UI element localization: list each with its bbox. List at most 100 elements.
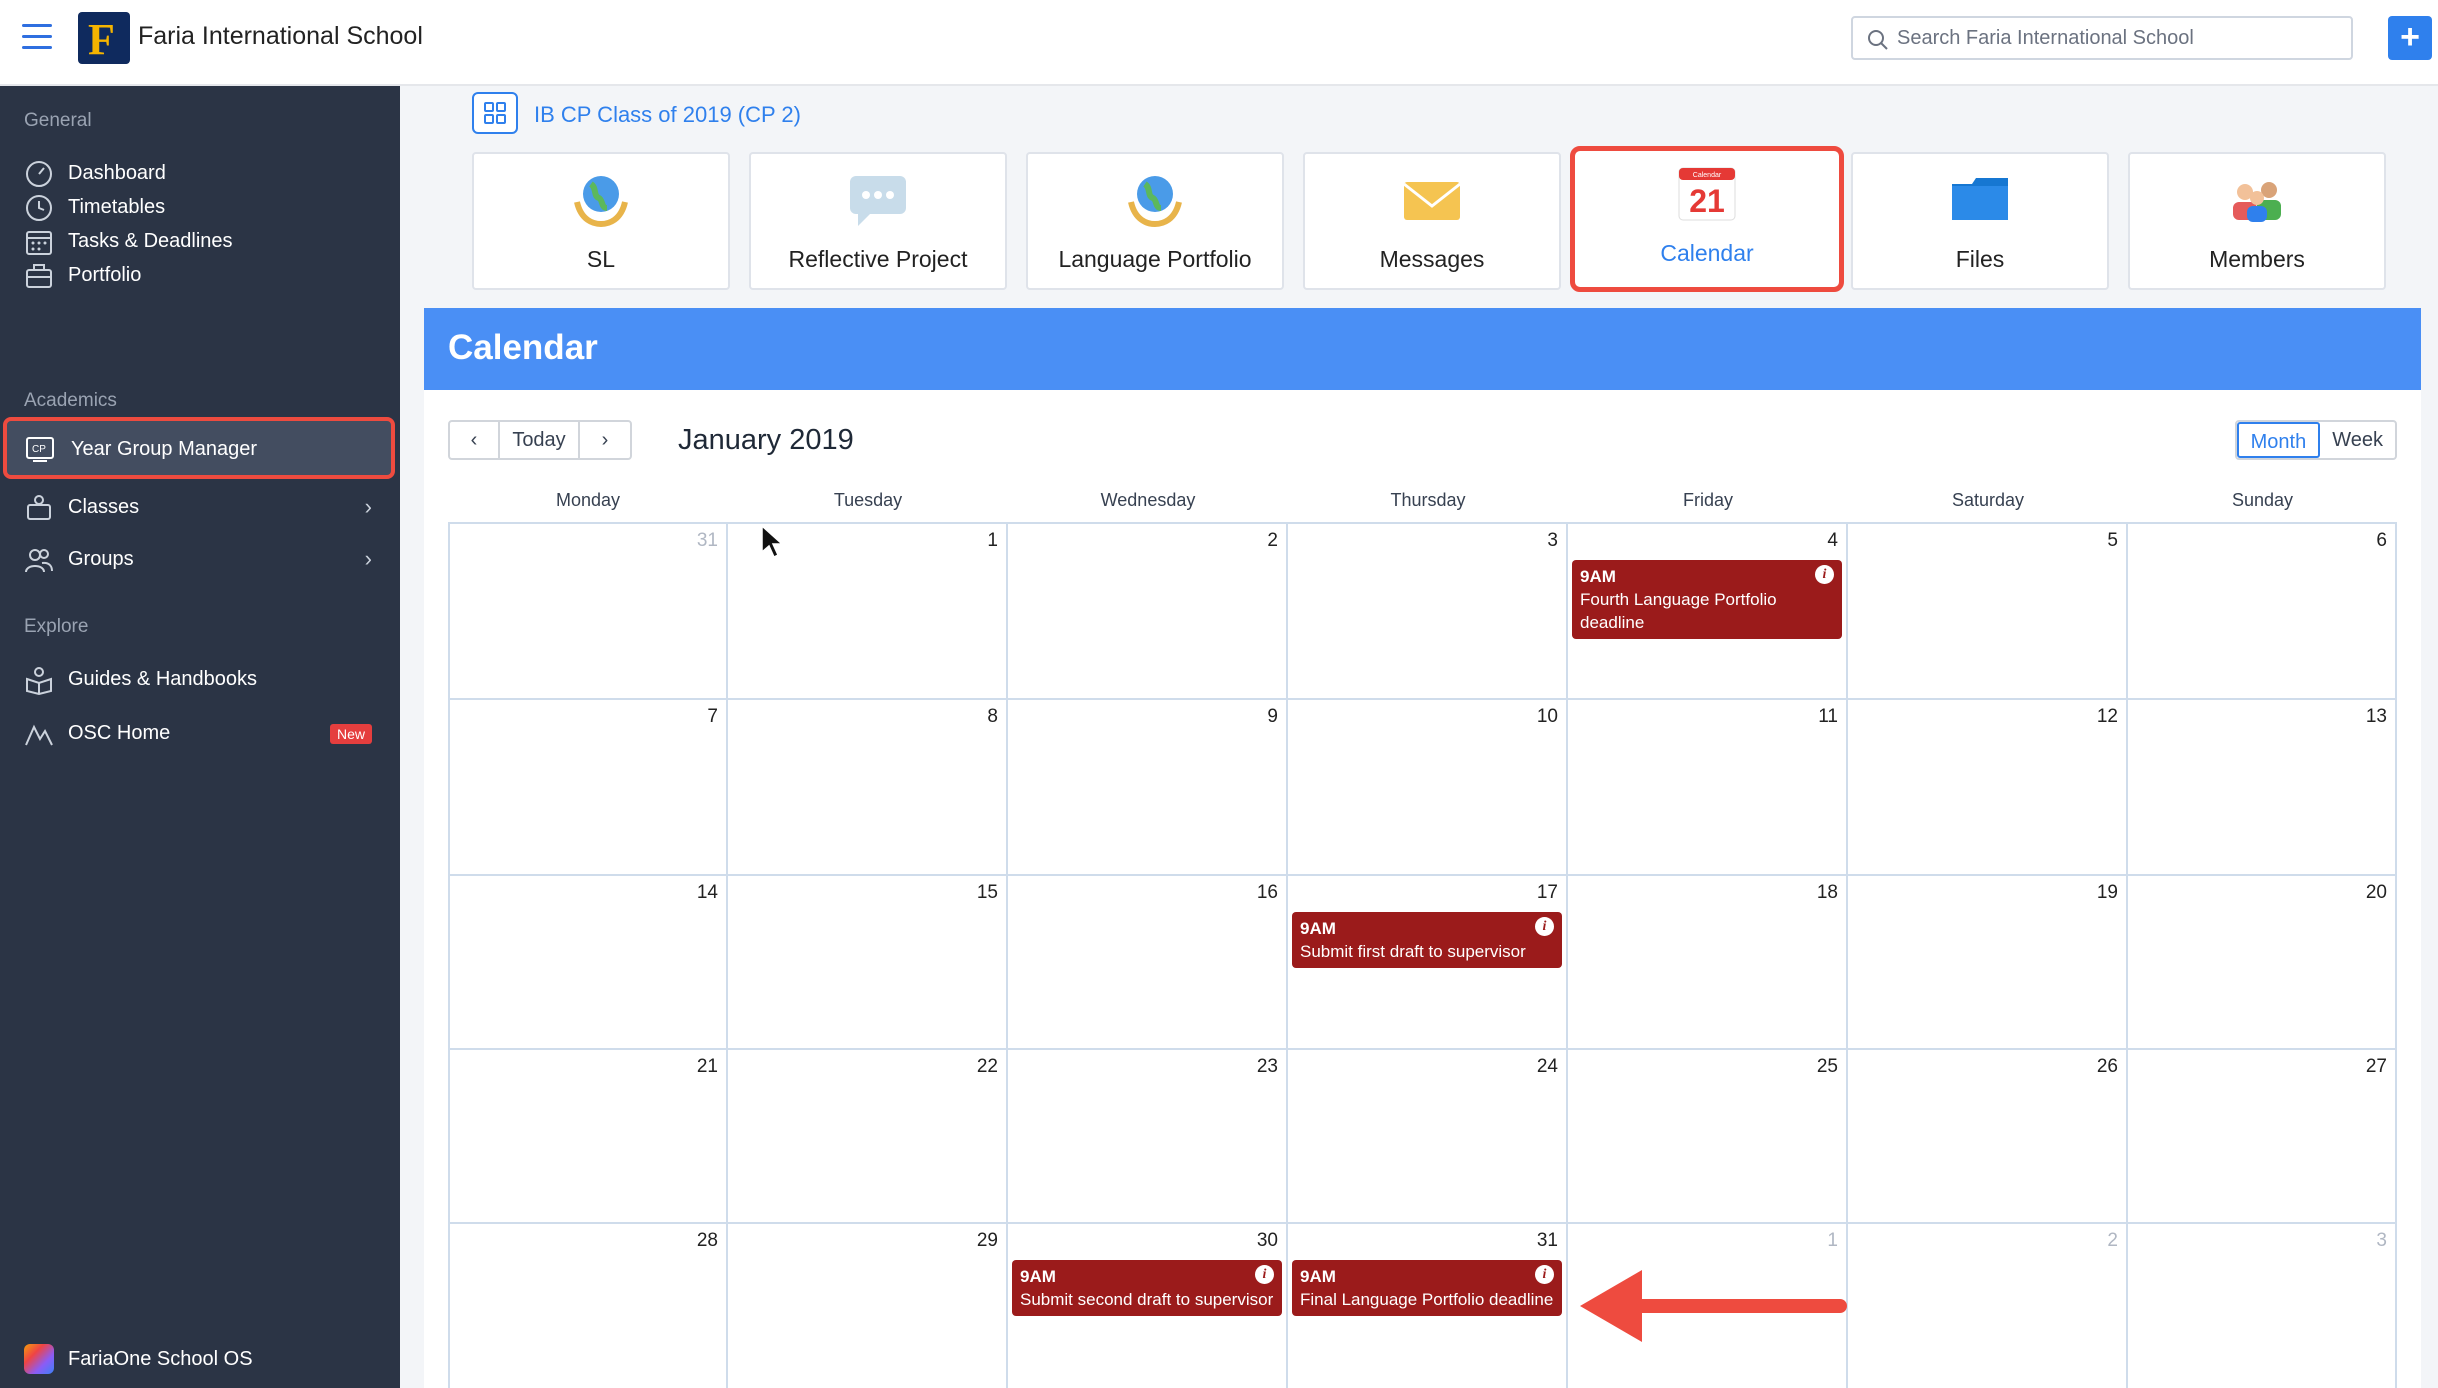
day-cell[interactable]: 30 9AM Submit second draft to supervisor i	[1008, 1224, 1288, 1388]
day-number[interactable]: 2	[1267, 530, 1278, 552]
info-icon[interactable]: i	[1535, 917, 1554, 936]
day-cell[interactable]: 31	[448, 524, 728, 700]
add-button[interactable]: +	[2388, 16, 2432, 60]
tile-messages[interactable]: Messages	[1303, 152, 1561, 290]
day-number[interactable]: 22	[977, 1056, 998, 1078]
day-cell[interactable]: 26	[1848, 1050, 2128, 1224]
day-cell[interactable]: 5	[1848, 524, 2128, 700]
search-box[interactable]	[1851, 16, 2353, 60]
day-cell[interactable]: 15	[728, 876, 1008, 1050]
sidebar-item-classes[interactable]: Classes ›	[12, 484, 390, 530]
day-number[interactable]: 8	[987, 706, 998, 728]
day-cell[interactable]: 3	[1288, 524, 1568, 700]
day-number[interactable]: 27	[2366, 1056, 2387, 1078]
day-number[interactable]: 12	[2097, 706, 2118, 728]
sidebar-item-year-group-manager[interactable]: CP Year Group Manager	[3, 417, 395, 479]
tile-members[interactable]: Members	[2128, 152, 2386, 290]
day-cell[interactable]: 19	[1848, 876, 2128, 1050]
day-cell[interactable]: 28	[448, 1224, 728, 1388]
search-input[interactable]	[1897, 24, 2337, 52]
day-number[interactable]: 7	[707, 706, 718, 728]
day-number[interactable]: 15	[977, 882, 998, 904]
day-number[interactable]: 2	[2107, 1230, 2118, 1252]
day-cell[interactable]: 2	[1848, 1224, 2128, 1388]
day-number[interactable]: 31	[697, 530, 718, 552]
day-cell[interactable]: 29	[728, 1224, 1008, 1388]
day-number[interactable]: 13	[2366, 706, 2387, 728]
day-number[interactable]: 10	[1537, 706, 1558, 728]
day-number[interactable]: 11	[1818, 706, 1838, 728]
day-number[interactable]: 19	[2097, 882, 2118, 904]
day-number[interactable]: 1	[1827, 1230, 1838, 1252]
day-cell[interactable]: 31 9AM Final Language Portfolio deadline i	[1288, 1224, 1568, 1388]
class-title[interactable]: IB CP Class of 2019 (CP 2)	[534, 102, 801, 128]
calendar-event[interactable]: 9AM Final Language Portfolio deadline i	[1292, 1260, 1562, 1316]
sidebar-item-osc-home[interactable]: OSC Home New	[12, 710, 390, 756]
tile-reflective-project[interactable]: Reflective Project	[749, 152, 1007, 290]
info-icon[interactable]: i	[1255, 1265, 1274, 1284]
sidebar-item-portfolio[interactable]: Portfolio	[12, 252, 390, 298]
day-cell[interactable]: 21	[448, 1050, 728, 1224]
day-cell[interactable]: 9	[1008, 700, 1288, 876]
day-cell[interactable]: 27	[2128, 1050, 2397, 1224]
calendar-event[interactable]: 9AM Fourth Language Portfolio deadline i	[1572, 560, 1842, 639]
day-number[interactable]: 9	[1267, 706, 1278, 728]
month-view-button[interactable]: Month	[2236, 422, 2321, 458]
calendar-event[interactable]: 9AM Submit first draft to supervisor i	[1292, 912, 1562, 968]
sidebar-item-guides[interactable]: Guides & Handbooks	[12, 656, 390, 702]
day-cell[interactable]: 17 9AM Submit first draft to supervisor i	[1288, 876, 1568, 1050]
info-icon[interactable]: i	[1815, 565, 1834, 584]
day-cell[interactable]: 13	[2128, 700, 2397, 876]
day-cell[interactable]: 3	[2128, 1224, 2397, 1388]
day-cell[interactable]: 2	[1008, 524, 1288, 700]
day-number[interactable]: 3	[1547, 530, 1558, 552]
day-cell[interactable]: 4 9AM Fourth Language Portfolio deadline i	[1568, 524, 1848, 700]
day-cell[interactable]: 23	[1008, 1050, 1288, 1224]
day-number[interactable]: 28	[697, 1230, 718, 1252]
day-cell[interactable]: 25	[1568, 1050, 1848, 1224]
tile-calendar[interactable]: Calendar 21 Calendar	[1570, 146, 1844, 292]
day-cell[interactable]: 14	[448, 876, 728, 1050]
day-cell[interactable]: 16	[1008, 876, 1288, 1050]
day-number[interactable]: 14	[697, 882, 718, 904]
tile-files[interactable]: Files	[1851, 152, 2109, 290]
day-cell[interactable]: 12	[1848, 700, 2128, 876]
day-cell[interactable]: 24	[1288, 1050, 1568, 1224]
info-icon[interactable]: i	[1535, 1265, 1554, 1284]
day-cell[interactable]: 6	[2128, 524, 2397, 700]
week-view-button[interactable]: Week	[2320, 422, 2395, 458]
day-number[interactable]: 26	[2097, 1056, 2118, 1078]
day-number[interactable]: 20	[2366, 882, 2387, 904]
day-number[interactable]: 24	[1537, 1056, 1558, 1078]
day-cell[interactable]: 11	[1568, 700, 1848, 876]
next-month-button[interactable]: ›	[580, 422, 630, 458]
apps-grid-icon[interactable]	[472, 92, 518, 134]
calendar-event[interactable]: 9AM Submit second draft to supervisor i	[1012, 1260, 1282, 1316]
day-number[interactable]: 17	[1537, 882, 1558, 904]
day-number[interactable]: 16	[1257, 882, 1278, 904]
day-number[interactable]: 18	[1817, 882, 1838, 904]
day-number[interactable]: 5	[2107, 530, 2118, 552]
day-number[interactable]: 3	[2376, 1230, 2387, 1252]
tile-sl[interactable]: SL	[472, 152, 730, 290]
day-number[interactable]: 25	[1817, 1056, 1838, 1078]
day-cell[interactable]: 7	[448, 700, 728, 876]
day-number[interactable]: 1	[987, 530, 998, 552]
day-number[interactable]: 4	[1827, 530, 1838, 552]
day-cell[interactable]: 10	[1288, 700, 1568, 876]
day-number[interactable]: 21	[697, 1056, 718, 1078]
day-number[interactable]: 6	[2376, 530, 2387, 552]
day-cell[interactable]: 8	[728, 700, 1008, 876]
day-number[interactable]: 30	[1257, 1230, 1278, 1252]
day-cell[interactable]: 18	[1568, 876, 1848, 1050]
school-logo[interactable]: F	[78, 12, 130, 64]
day-cell[interactable]: 22	[728, 1050, 1008, 1224]
day-number[interactable]: 29	[977, 1230, 998, 1252]
school-name[interactable]: Faria International School	[138, 22, 423, 51]
day-number[interactable]: 23	[1257, 1056, 1278, 1078]
day-cell[interactable]: 20	[2128, 876, 2397, 1050]
day-number[interactable]: 31	[1537, 1230, 1558, 1252]
sidebar-item-groups[interactable]: Groups ›	[12, 536, 390, 582]
today-button[interactable]: Today	[500, 422, 580, 458]
tile-language-portfolio[interactable]: Language Portfolio	[1026, 152, 1284, 290]
